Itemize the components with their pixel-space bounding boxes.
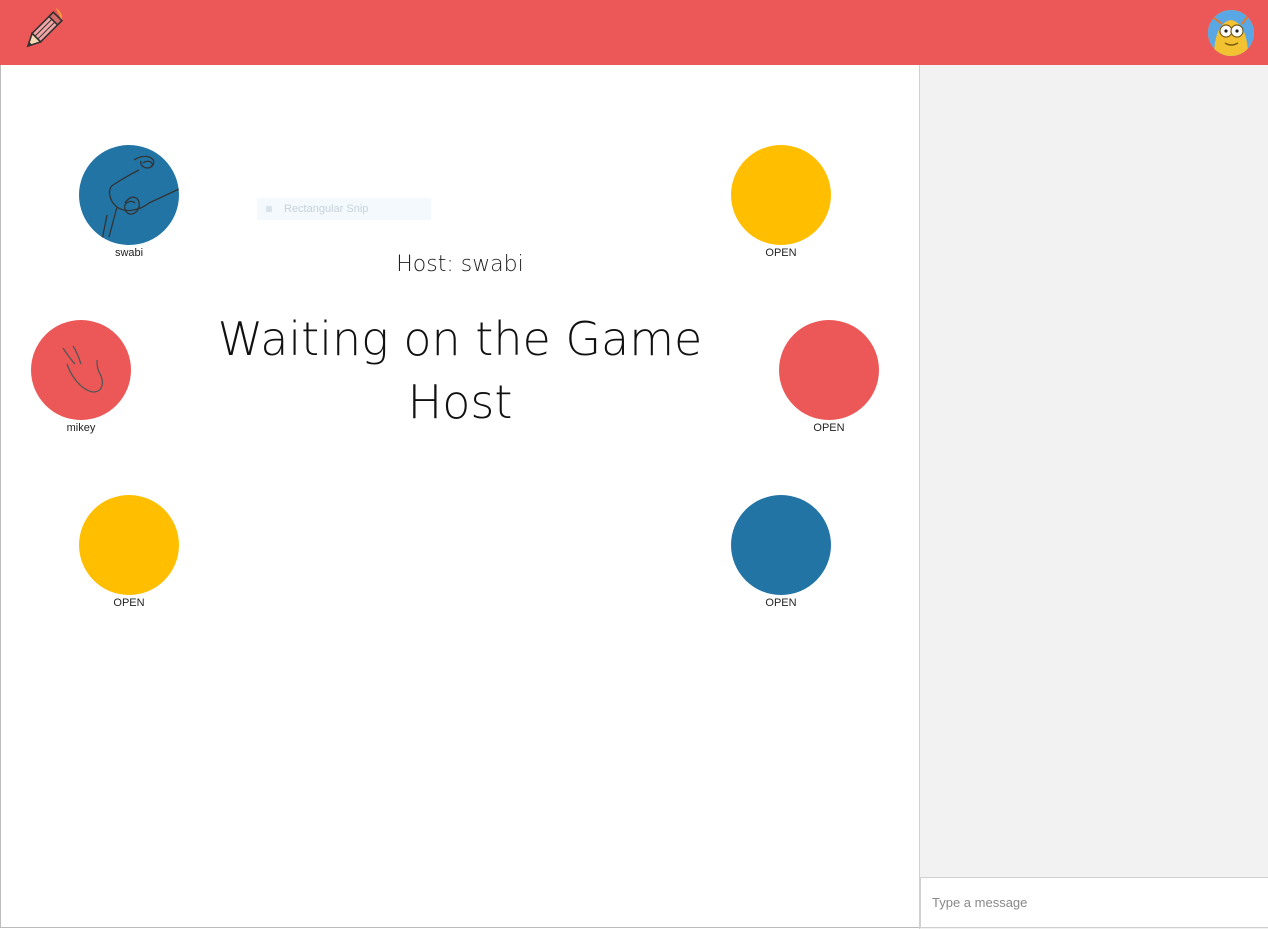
seat-label: OPEN [765, 597, 797, 609]
empty-seat-circle [779, 320, 879, 420]
top-bar [0, 0, 1268, 65]
seat-label: swabi [114, 247, 144, 259]
chat-message-input[interactable] [920, 877, 1268, 928]
host-name-text: Host: swabi [396, 252, 524, 277]
player-avatar-drawing [31, 320, 131, 420]
snip-dot-icon [266, 206, 272, 213]
player-seat-3[interactable]: mikey [31, 320, 131, 434]
seat-label: OPEN [113, 597, 145, 609]
user-avatar-icon[interactable] [1208, 10, 1254, 56]
snip-overlay-ghost: Rectangular Snip [257, 198, 431, 220]
seat-label: OPEN [813, 422, 845, 434]
pencil-logo-icon[interactable] [18, 6, 66, 56]
empty-seat-circle [79, 495, 179, 595]
seat-label: mikey [66, 422, 96, 434]
player-seat-6[interactable]: OPEN [731, 495, 831, 609]
player-seat-4[interactable]: OPEN [779, 320, 879, 434]
player-seat-2[interactable]: OPEN [731, 145, 831, 259]
chat-panel [919, 65, 1268, 929]
waiting-status-heading: Waiting on the Game Host [217, 312, 703, 429]
player-seat-5[interactable]: OPEN [79, 495, 179, 609]
empty-seat-circle [731, 145, 831, 245]
empty-seat-circle [731, 495, 831, 595]
player-seat-1[interactable]: swabi [79, 145, 179, 259]
seat-label: OPEN [765, 247, 797, 259]
player-avatar-drawing [79, 145, 179, 245]
snip-label: Rectangular Snip [284, 203, 369, 215]
